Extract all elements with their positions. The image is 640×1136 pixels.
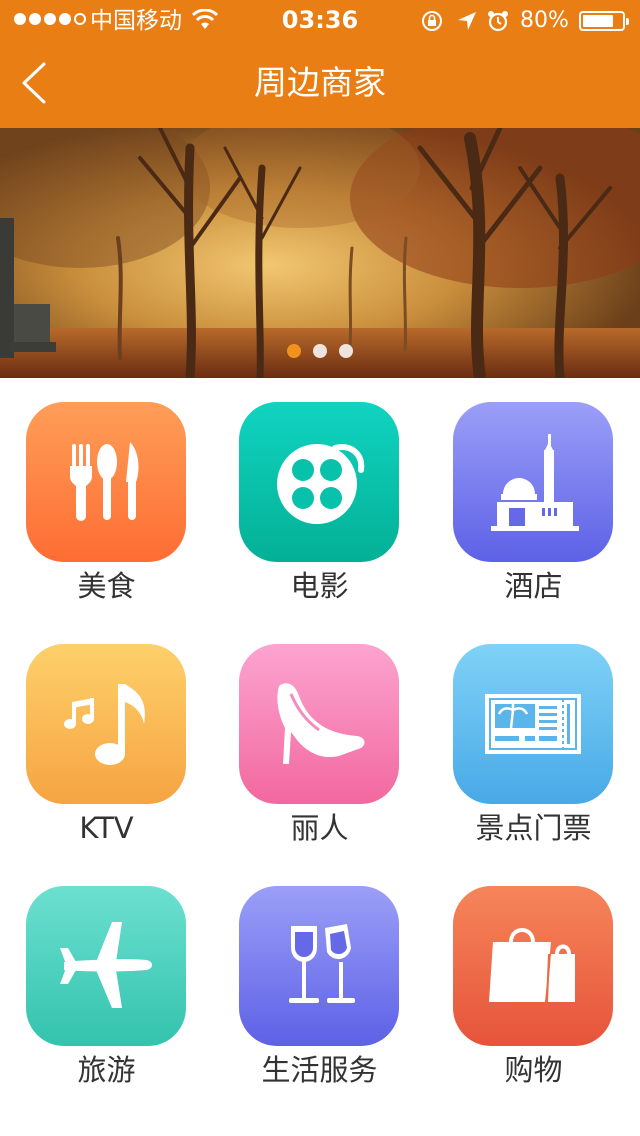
nav-bar: 周边商家 xyxy=(0,40,640,128)
category-life-services[interactable]: 生活服务 xyxy=(213,862,426,1104)
category-grid: 美食 电影 酒店 KTV 丽人 景点门票 旅游 生活服务 购物 xyxy=(0,378,640,1136)
category-tile[interactable] xyxy=(239,886,399,1046)
category-tickets[interactable]: 景点门票 xyxy=(427,620,640,862)
rotation-lock-icon xyxy=(422,11,442,31)
header: 中国移动 03:36 80% 周边商家 xyxy=(0,0,640,128)
autumn-forest-image xyxy=(0,128,640,378)
category-travel[interactable]: 旅游 xyxy=(0,862,213,1104)
category-label: 购物 xyxy=(504,1053,563,1087)
alarm-clock-icon xyxy=(488,11,508,32)
category-movie[interactable]: 电影 xyxy=(213,378,426,620)
carousel-dots xyxy=(287,344,353,358)
category-label: 丽人 xyxy=(290,811,349,845)
category-label: 美食 xyxy=(77,569,136,603)
category-tile[interactable] xyxy=(453,886,613,1046)
category-hotel[interactable]: 酒店 xyxy=(427,378,640,620)
carousel-dot[interactable] xyxy=(287,344,301,358)
category-tile[interactable] xyxy=(453,644,613,804)
category-shopping[interactable]: 购物 xyxy=(427,862,640,1104)
location-arrow-icon xyxy=(458,12,476,30)
category-tile[interactable] xyxy=(239,644,399,804)
status-bar: 中国移动 03:36 80% xyxy=(0,0,640,40)
category-beauty[interactable]: 丽人 xyxy=(213,620,426,862)
carousel-dot[interactable] xyxy=(313,344,327,358)
category-food[interactable]: 美食 xyxy=(0,378,213,620)
category-label: 酒店 xyxy=(504,569,563,603)
category-tile[interactable] xyxy=(26,402,186,562)
category-tile[interactable] xyxy=(239,402,399,562)
category-ktv[interactable]: KTV xyxy=(0,620,213,862)
category-label: KTV xyxy=(79,811,134,845)
battery-icon xyxy=(579,11,629,31)
category-label: 电影 xyxy=(290,569,349,603)
category-tile[interactable] xyxy=(26,886,186,1046)
banner-carousel[interactable] xyxy=(0,128,640,378)
category-tile[interactable] xyxy=(453,402,613,562)
battery-percent: 80% xyxy=(520,8,569,33)
carousel-dot[interactable] xyxy=(339,344,353,358)
category-label: 景点门票 xyxy=(475,811,592,845)
category-label: 旅游 xyxy=(77,1053,136,1087)
page-title: 周边商家 xyxy=(254,63,386,102)
category-tile[interactable] xyxy=(26,644,186,804)
category-label: 生活服务 xyxy=(261,1053,378,1087)
ticket-icon xyxy=(485,694,581,754)
